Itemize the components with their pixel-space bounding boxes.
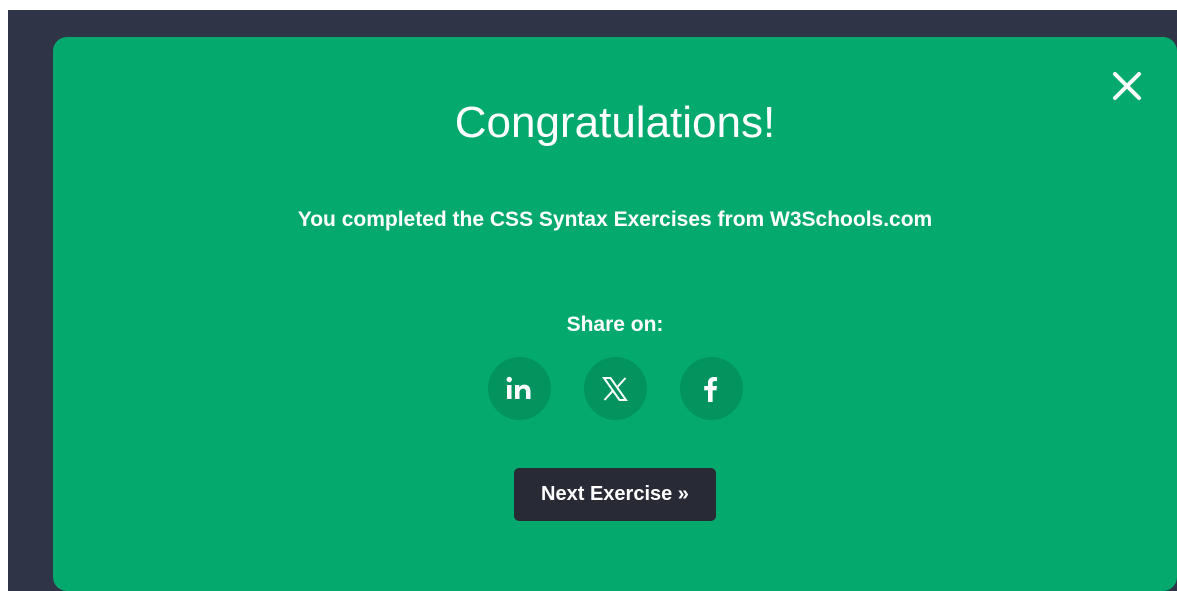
modal-title: Congratulations! (454, 98, 776, 147)
completion-message: You completed the CSS Syntax Exercises f… (297, 208, 933, 231)
share-x-button[interactable] (583, 357, 647, 420)
x-twitter-icon (602, 376, 628, 401)
facebook-icon (704, 376, 718, 402)
share-facebook-button[interactable] (679, 357, 743, 420)
linkedin-icon (506, 376, 531, 399)
congratulations-modal: Congratulations! You completed the CSS S… (53, 37, 1177, 591)
share-linkedin-button[interactable] (487, 357, 551, 420)
next-exercise-button[interactable]: Next Exercise » (514, 468, 716, 521)
share-label: Share on: (566, 313, 664, 336)
share-buttons (53, 357, 1177, 420)
